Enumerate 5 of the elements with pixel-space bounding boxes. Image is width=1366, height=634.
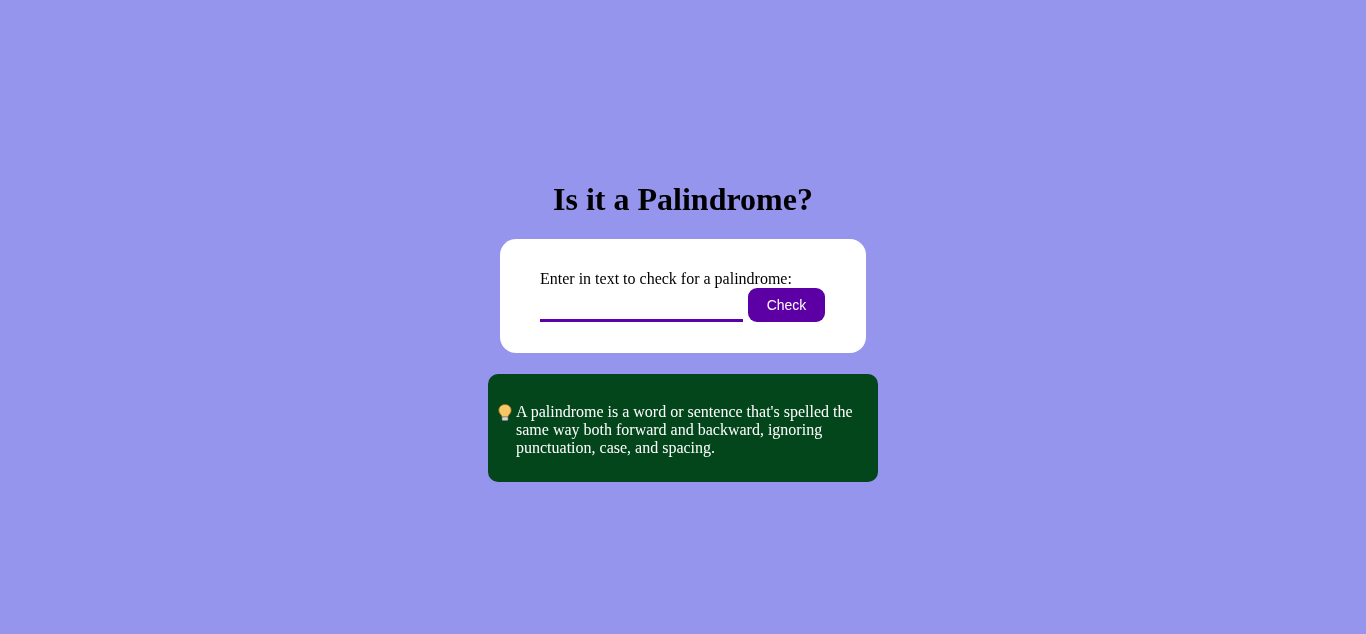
- page-title: Is it a Palindrome?: [553, 181, 813, 218]
- info-text: A palindrome is a word or sentence that's spelled the same way both forward and backward, ignoring punctuation, case, and spacing.: [516, 403, 854, 457]
- check-button[interactable]: Check: [748, 288, 825, 322]
- input-label: Enter in text to check for a palindrome:: [540, 270, 792, 288]
- lightbulb-icon: [498, 404, 512, 421]
